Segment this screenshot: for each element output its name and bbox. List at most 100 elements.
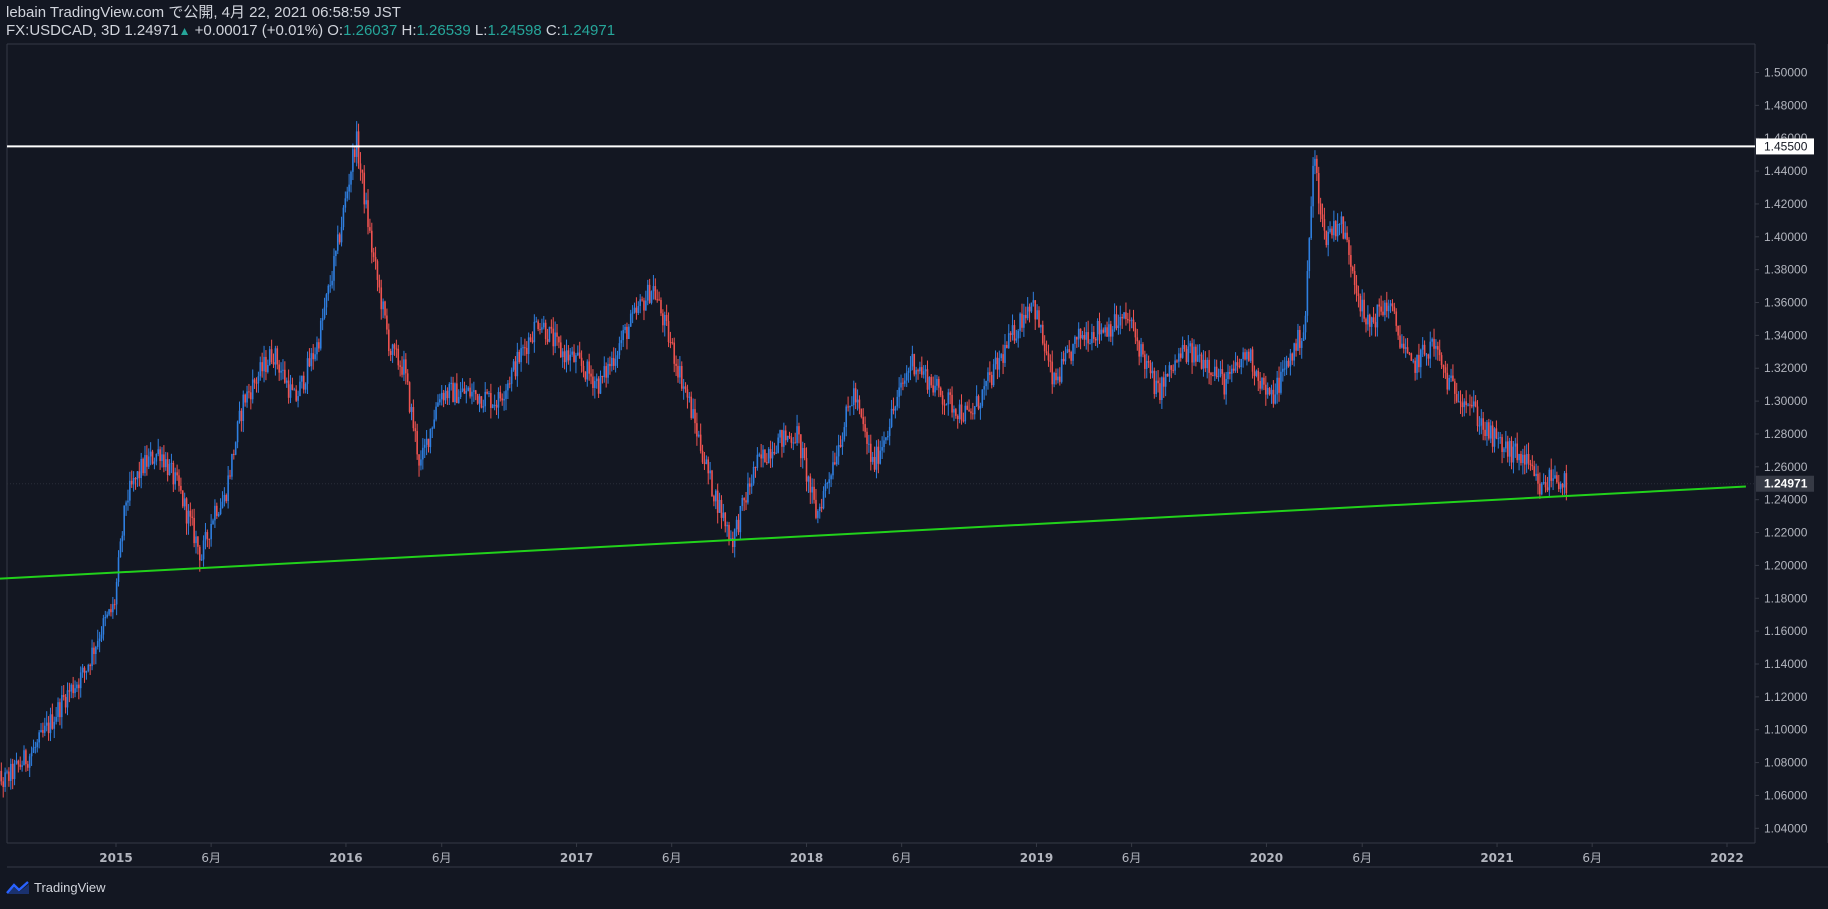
candle-body [23, 750, 25, 766]
candle-body [1077, 328, 1080, 340]
candle-body [136, 471, 139, 480]
candle-up [1450, 368, 1452, 383]
candle-body [1457, 401, 1460, 403]
candle-up [76, 681, 78, 693]
candle-up [403, 350, 405, 382]
candle-down [146, 445, 148, 476]
candle-down [525, 341, 528, 364]
price-axis[interactable]: 1.500001.480001.460001.440001.420001.400… [1755, 66, 1814, 836]
candle-body [939, 387, 942, 396]
candle-up [274, 345, 277, 376]
candle-body [146, 455, 148, 467]
candle-up [461, 378, 464, 393]
candle-body [1234, 362, 1237, 371]
candle-down [798, 422, 800, 444]
candle-down [1149, 360, 1152, 379]
candle-up [758, 452, 761, 457]
candle-up [1525, 444, 1528, 473]
candle-body [1342, 216, 1345, 239]
candle-body [1535, 473, 1537, 477]
candle-body [888, 426, 891, 436]
candle-down [558, 336, 560, 349]
candle-body [669, 342, 672, 344]
candle-up [149, 442, 152, 466]
candle-body [941, 395, 944, 405]
price-chart[interactable]: 1.500001.480001.460001.440001.420001.400… [0, 0, 1828, 909]
candle-body [1111, 329, 1114, 337]
candle-down [446, 387, 449, 405]
candle-body [1368, 314, 1371, 327]
candle-body [592, 376, 594, 388]
time-tick-label: 2021 [1480, 851, 1513, 865]
candle-up [516, 342, 519, 387]
candle-up [1297, 323, 1299, 351]
candle-body [1140, 344, 1142, 357]
candle-body [1465, 401, 1467, 406]
candle-down [643, 297, 645, 321]
candle-down [592, 369, 594, 396]
candle-body [1074, 336, 1076, 345]
candle-up [238, 401, 241, 424]
candle-down [766, 453, 768, 465]
candle-up [1202, 350, 1205, 377]
candle-up [263, 345, 265, 383]
candle-body [1257, 370, 1260, 381]
candle-up [1300, 338, 1303, 359]
candle-body [975, 396, 978, 407]
candle-up [1196, 344, 1199, 363]
candle-up [900, 374, 902, 396]
candle-body [1367, 314, 1369, 325]
tradingview-branding[interactable]: TradingView [6, 880, 106, 895]
candle-up [722, 503, 725, 522]
time-axis[interactable]: 2015 6月 2016 6月 2017 6月 2018 6月 2019 6月 2020 6月 2021… [99, 843, 1744, 865]
candle-up [898, 377, 900, 409]
candle-body [877, 446, 880, 464]
candle-body [699, 434, 702, 451]
candle-down [1399, 325, 1401, 349]
candle-down [469, 377, 471, 399]
candle-up [85, 670, 88, 680]
candle-body [507, 383, 509, 391]
candle-body [476, 393, 479, 404]
candle-body [401, 366, 403, 375]
candle-down [960, 394, 963, 425]
candle-body [913, 353, 916, 375]
candle-body [297, 396, 299, 401]
candle-down [172, 460, 175, 493]
candle-up [164, 451, 167, 471]
candle-body [548, 326, 551, 342]
candle-body [442, 392, 445, 401]
candle-body [1310, 206, 1312, 239]
candle-up [1085, 321, 1088, 350]
candle-down [567, 345, 570, 365]
candle-body [340, 227, 343, 243]
candle-up [527, 332, 530, 365]
candle-up [852, 380, 855, 415]
candle-down [989, 361, 991, 383]
candle-body [1057, 376, 1059, 381]
candle-body [1021, 313, 1023, 328]
candle-body [299, 381, 301, 397]
candle-up [541, 318, 543, 333]
candle-body [62, 694, 65, 697]
candle-down [921, 356, 923, 378]
candle-body [826, 483, 829, 485]
candle-body [590, 373, 592, 377]
candle-body [142, 458, 144, 474]
candle-down [609, 356, 611, 375]
candle-down [1200, 352, 1203, 370]
candle-body [388, 329, 390, 352]
candle-body [1556, 475, 1558, 483]
candle-up [705, 455, 708, 465]
candle-body [531, 340, 534, 343]
candle-up [1089, 339, 1091, 345]
candle-body [1174, 360, 1176, 371]
candle-body [181, 490, 184, 507]
candle-body [397, 348, 400, 366]
candle-down [1482, 411, 1484, 441]
candle-up [1421, 337, 1424, 358]
candle-body [1512, 446, 1515, 463]
candle-body [956, 415, 959, 420]
candle-down [2, 777, 5, 798]
candle-down [401, 356, 403, 378]
